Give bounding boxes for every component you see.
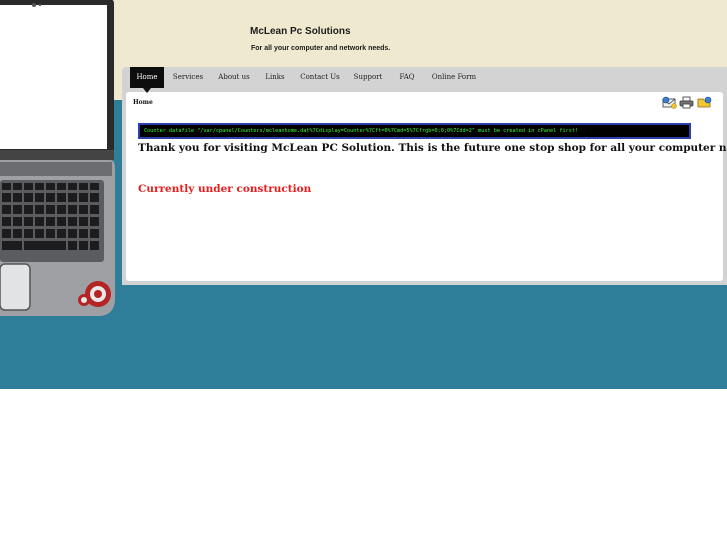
main-navigation: Home Services About us Links Contact Us … — [122, 67, 727, 88]
site-title: McLean Pc Solutions — [250, 26, 351, 37]
nav-home[interactable]: Home — [130, 67, 164, 88]
site-tagline: For all your computer and network needs. — [251, 45, 391, 52]
nav-support[interactable]: Support — [352, 67, 384, 88]
nav-about-us[interactable]: About us — [216, 67, 252, 88]
active-tab-pointer — [143, 88, 151, 93]
bookmark-page-icon[interactable] — [697, 96, 712, 109]
nav-online-form[interactable]: Online Form — [430, 67, 478, 88]
email-page-icon[interactable] — [662, 96, 677, 109]
nav-links[interactable]: Links — [263, 67, 287, 88]
counter-error-message: Counter datafile "/var/cpanel/Counters/m… — [138, 123, 691, 139]
nav-contact-us[interactable]: Contact Us — [300, 67, 340, 88]
welcome-message: Thank you for visiting McLean PC Solutio… — [138, 142, 727, 154]
nav-services[interactable]: Services — [170, 67, 206, 88]
construction-notice: Currently under construction — [138, 183, 312, 195]
laptop-illustration — [0, 0, 115, 316]
print-page-icon[interactable] — [679, 96, 694, 109]
breadcrumb: Home — [133, 99, 153, 106]
nav-faq[interactable]: FAQ — [396, 67, 418, 88]
